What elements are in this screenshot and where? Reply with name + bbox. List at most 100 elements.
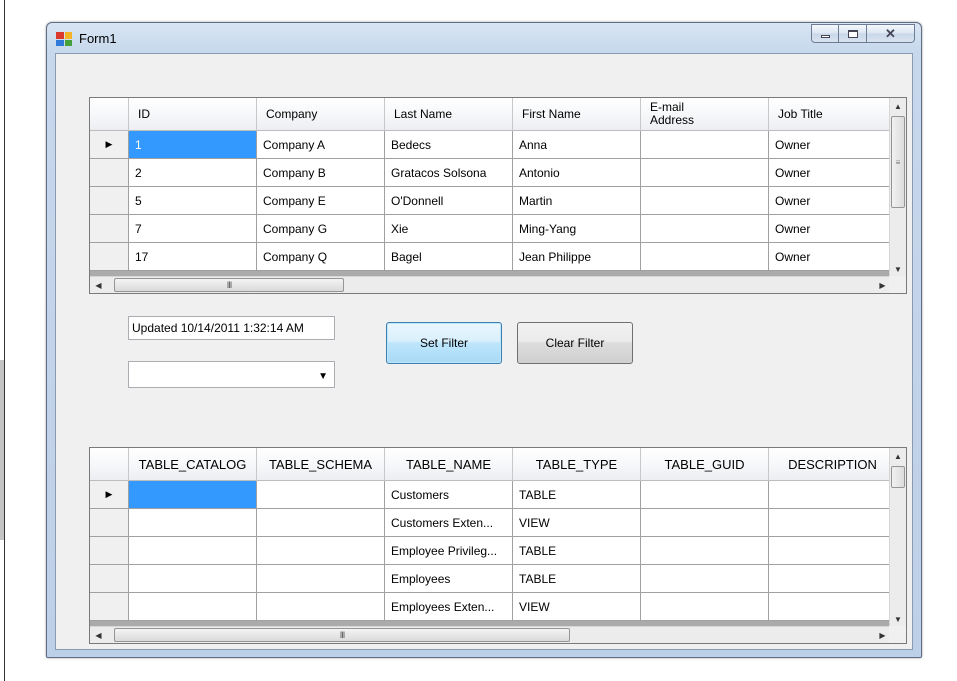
- table-cell[interactable]: Customers: [385, 481, 513, 509]
- scroll-thumb[interactable]: III: [114, 628, 570, 642]
- column-header[interactable]: Job Title: [769, 98, 897, 131]
- table-cell[interactable]: [257, 481, 385, 509]
- table-cell[interactable]: Company A: [257, 131, 385, 159]
- table-row[interactable]: 5 Company E O'Donnell Martin Owner: [90, 187, 897, 215]
- table-cell[interactable]: [129, 481, 257, 509]
- arrow-left-icon[interactable]: ◀: [90, 277, 107, 293]
- column-header[interactable]: TABLE_GUID: [641, 448, 769, 481]
- table-cell[interactable]: [769, 565, 897, 593]
- row-header[interactable]: [90, 187, 129, 215]
- table-row[interactable]: Customers Exten... VIEW: [90, 509, 897, 537]
- table-cell[interactable]: [257, 593, 385, 621]
- column-header[interactable]: TABLE_TYPE: [513, 448, 641, 481]
- table-cell[interactable]: Owner: [769, 159, 897, 187]
- table-row[interactable]: Employee Privileg... TABLE: [90, 537, 897, 565]
- title-bar[interactable]: Form1 ✕: [47, 23, 921, 53]
- filter-dropdown[interactable]: ▼: [128, 361, 335, 388]
- table-cell[interactable]: [641, 537, 769, 565]
- table-row[interactable]: Employees TABLE: [90, 565, 897, 593]
- row-header-corner[interactable]: [90, 448, 129, 481]
- table-row[interactable]: ▶ Customers TABLE: [90, 481, 897, 509]
- row-header[interactable]: [90, 243, 129, 271]
- table-cell[interactable]: Gratacos Solsona: [385, 159, 513, 187]
- column-header[interactable]: TABLE_SCHEMA: [257, 448, 385, 481]
- table-cell[interactable]: 1: [129, 131, 257, 159]
- table-row[interactable]: 17 Company Q Bagel Jean Philippe Owner: [90, 243, 897, 271]
- table-cell[interactable]: [129, 565, 257, 593]
- vertical-scrollbar[interactable]: ▲ ≡ ▼: [889, 98, 906, 278]
- column-header[interactable]: E-mail Address: [641, 98, 769, 131]
- table-cell[interactable]: [257, 509, 385, 537]
- horizontal-scrollbar[interactable]: ◀ III ▶: [90, 626, 891, 643]
- triangle-right-icon[interactable]: ▶: [90, 131, 129, 159]
- table-cell[interactable]: [641, 565, 769, 593]
- table-cell[interactable]: [769, 509, 897, 537]
- table-cell[interactable]: [769, 481, 897, 509]
- column-header[interactable]: First Name: [513, 98, 641, 131]
- table-cell[interactable]: Ming-Yang: [513, 215, 641, 243]
- table-cell[interactable]: Antonio: [513, 159, 641, 187]
- table-cell[interactable]: [641, 593, 769, 621]
- table-cell[interactable]: Owner: [769, 243, 897, 271]
- table-cell[interactable]: Customers Exten...: [385, 509, 513, 537]
- table-cell[interactable]: TABLE: [513, 537, 641, 565]
- table-cell[interactable]: 17: [129, 243, 257, 271]
- table-cell[interactable]: 2: [129, 159, 257, 187]
- triangle-right-icon[interactable]: ▶: [90, 481, 129, 509]
- row-header-corner[interactable]: [90, 98, 129, 131]
- table-cell[interactable]: Employees Exten...: [385, 593, 513, 621]
- table-cell[interactable]: [129, 593, 257, 621]
- table-cell[interactable]: [641, 215, 769, 243]
- table-cell[interactable]: [641, 481, 769, 509]
- table-cell[interactable]: Employee Privileg...: [385, 537, 513, 565]
- table-cell[interactable]: 7: [129, 215, 257, 243]
- form-app-icon[interactable]: [56, 32, 72, 46]
- column-header[interactable]: ID: [129, 98, 257, 131]
- table-cell[interactable]: Employees: [385, 565, 513, 593]
- scroll-thumb[interactable]: III: [114, 278, 344, 292]
- table-cell[interactable]: Owner: [769, 187, 897, 215]
- table-cell[interactable]: Company E: [257, 187, 385, 215]
- table-cell[interactable]: [769, 537, 897, 565]
- row-header[interactable]: [90, 565, 129, 593]
- vertical-scrollbar[interactable]: ▲ ▼: [889, 448, 906, 628]
- close-button[interactable]: ✕: [867, 24, 915, 43]
- column-header[interactable]: TABLE_CATALOG: [129, 448, 257, 481]
- table-cell[interactable]: [257, 565, 385, 593]
- table-cell[interactable]: Owner: [769, 215, 897, 243]
- arrow-left-icon[interactable]: ◀: [90, 627, 107, 643]
- table-row[interactable]: 7 Company G Xie Ming-Yang Owner: [90, 215, 897, 243]
- column-header[interactable]: Company: [257, 98, 385, 131]
- row-header[interactable]: [90, 509, 129, 537]
- table-cell[interactable]: O'Donnell: [385, 187, 513, 215]
- minimize-button[interactable]: [811, 24, 839, 43]
- arrow-up-icon[interactable]: ▲: [890, 98, 906, 115]
- table-cell[interactable]: [129, 509, 257, 537]
- table-cell[interactable]: Owner: [769, 131, 897, 159]
- chevron-down-icon[interactable]: ▼: [318, 371, 328, 382]
- table-cell[interactable]: [129, 537, 257, 565]
- row-header[interactable]: [90, 593, 129, 621]
- table-cell[interactable]: 5: [129, 187, 257, 215]
- scroll-thumb[interactable]: [891, 466, 905, 488]
- table-cell[interactable]: Company Q: [257, 243, 385, 271]
- table-cell[interactable]: [641, 159, 769, 187]
- table-row[interactable]: ▶ 1 Company A Bedecs Anna Owner: [90, 131, 897, 159]
- table-cell[interactable]: Bedecs: [385, 131, 513, 159]
- table-row[interactable]: Employees Exten... VIEW: [90, 593, 897, 621]
- table-cell[interactable]: Anna: [513, 131, 641, 159]
- row-header[interactable]: [90, 159, 129, 187]
- arrow-up-icon[interactable]: ▲: [890, 448, 906, 465]
- column-header[interactable]: Last Name: [385, 98, 513, 131]
- table-cell[interactable]: VIEW: [513, 593, 641, 621]
- schema-grid[interactable]: TABLE_CATALOG TABLE_SCHEMA TABLE_NAME TABLE…: [89, 447, 907, 644]
- table-cell[interactable]: Company G: [257, 215, 385, 243]
- table-cell[interactable]: [641, 131, 769, 159]
- horizontal-scrollbar[interactable]: ◀ III ▶: [90, 276, 891, 293]
- table-row[interactable]: 2 Company B Gratacos Solsona Antonio Owner: [90, 159, 897, 187]
- table-cell[interactable]: [641, 509, 769, 537]
- table-cell[interactable]: Company B: [257, 159, 385, 187]
- table-cell[interactable]: [641, 187, 769, 215]
- table-cell[interactable]: Jean Philippe: [513, 243, 641, 271]
- column-header[interactable]: TABLE_NAME: [385, 448, 513, 481]
